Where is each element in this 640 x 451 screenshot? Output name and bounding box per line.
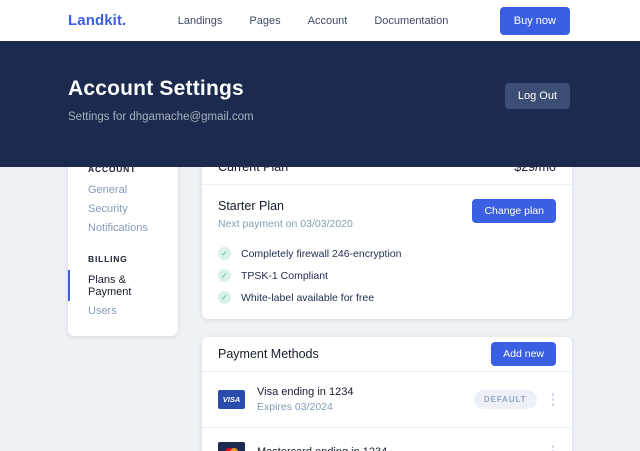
next-payment-date: Next payment on 03/03/2020 [218,218,353,230]
sidebar-item-security[interactable]: Security [68,199,178,218]
plan-name: Starter Plan [218,199,353,213]
current-plan-card: Current Plan $29/mo Starter Plan Next pa… [202,150,572,319]
mastercard-card-icon [218,442,245,451]
sidebar-item-notifications[interactable]: Notifications [68,218,178,237]
kebab-menu-icon[interactable] [550,443,557,451]
sidebar-heading-billing: BILLING [68,254,178,264]
visa-card-icon: VISA [218,390,245,409]
current-plan-body: Starter Plan Next payment on 03/03/2020 … [202,185,572,319]
payment-actions: DEFAULT [474,390,556,409]
payment-title: Mastercard ending in 1234 [257,446,387,451]
payment-info: Mastercard ending in 1234 [257,446,387,451]
check-icon: ✓ [218,291,231,304]
buy-now-button[interactable]: Buy now [500,7,570,35]
payment-info: Visa ending in 1234 Expires 03/2024 [257,386,353,413]
feature-label: White-label available for free [241,292,374,304]
nav-link-account[interactable]: Account [308,15,348,27]
payment-expiry: Expires 03/2024 [257,401,353,413]
feature-item: ✓ White-label available for free [218,291,556,304]
check-icon: ✓ [218,269,231,282]
log-out-button[interactable]: Log Out [505,83,570,109]
content-area: ACCOUNT General Security Notifications B… [68,150,572,451]
change-plan-button[interactable]: Change plan [472,199,556,223]
default-badge: DEFAULT [474,390,537,409]
feature-item: ✓ TPSK-1 Compliant [218,269,556,282]
feature-label: Completely firewall 246-encryption [241,248,402,260]
sidebar-item-users[interactable]: Users [68,301,178,320]
page-subtitle: Settings for dhgamache@gmail.com [68,111,570,123]
main-column: Current Plan $29/mo Starter Plan Next pa… [202,150,572,451]
page-title: Account Settings [68,77,570,101]
feature-item: ✓ Completely firewall 246-encryption [218,247,556,260]
add-new-button[interactable]: Add new [491,342,556,366]
payment-row-visa: VISA Visa ending in 1234 Expires 03/2024… [202,372,572,428]
sidebar-item-plans-payment[interactable]: Plans & Payment [68,270,178,301]
feature-label: TPSK-1 Compliant [241,270,328,282]
payment-actions [550,443,557,451]
plan-features-list: ✓ Completely firewall 246-encryption ✓ T… [218,247,556,304]
settings-sidebar: ACCOUNT General Security Notifications B… [68,150,178,336]
payment-row-mastercard: Mastercard ending in 1234 [202,428,572,451]
nav-link-landings[interactable]: Landings [178,15,223,27]
plan-details: Starter Plan Next payment on 03/03/2020 [218,199,353,230]
payment-methods-card: Payment Methods Add new VISA Visa ending… [202,337,572,451]
navbar: Landkit. Landings Pages Account Document… [0,0,640,41]
sidebar-item-general[interactable]: General [68,180,178,199]
nav-links: Landings Pages Account Documentation [126,15,499,27]
payment-methods-title: Payment Methods [218,347,319,361]
payment-methods-header: Payment Methods Add new [202,337,572,372]
nav-link-documentation[interactable]: Documentation [374,15,448,27]
logo[interactable]: Landkit. [68,12,126,29]
check-icon: ✓ [218,247,231,260]
hero-banner: Account Settings Settings for dhgamache@… [0,41,640,167]
plan-row: Starter Plan Next payment on 03/03/2020 … [218,199,556,230]
kebab-menu-icon[interactable] [550,391,557,408]
payment-title: Visa ending in 1234 [257,386,353,398]
nav-link-pages[interactable]: Pages [249,15,280,27]
